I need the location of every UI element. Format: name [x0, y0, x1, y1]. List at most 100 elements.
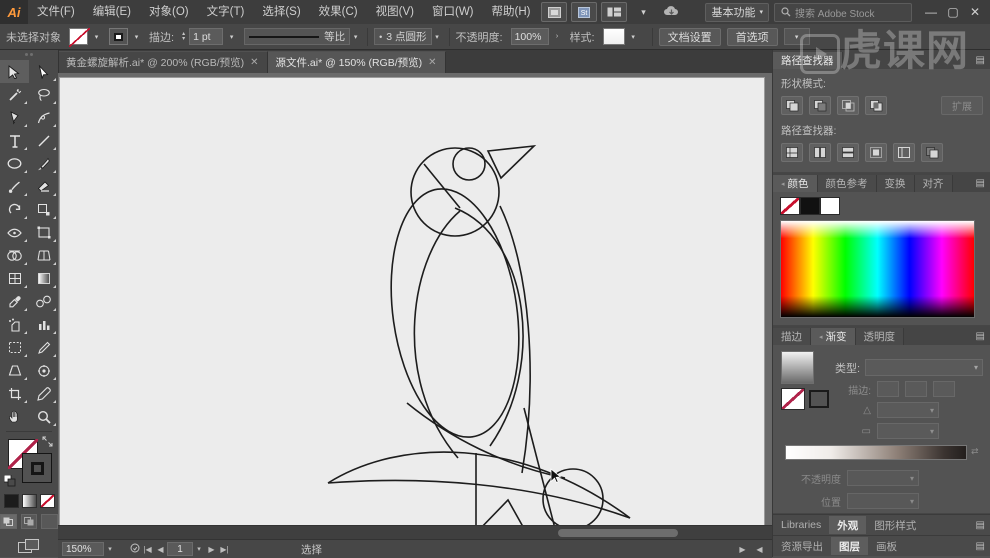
- stroke-chevron-down-icon[interactable]: ▾: [131, 28, 142, 45]
- document-tab-2[interactable]: 源文件.ai* @ 150% (RGB/预览) ✕: [267, 51, 446, 73]
- zoom-level-input[interactable]: 150%: [62, 542, 104, 556]
- arrange-documents-icon[interactable]: [601, 2, 628, 22]
- shaper-tool[interactable]: [0, 175, 29, 198]
- magic-wand-tool[interactable]: [0, 83, 29, 106]
- perspective-grid-tool[interactable]: [29, 244, 58, 267]
- line-segment-tool[interactable]: [29, 129, 58, 152]
- shape-builder-tool[interactable]: [0, 244, 29, 267]
- tab-align[interactable]: 对齐: [914, 175, 953, 192]
- stroke-color-swatch[interactable]: [22, 453, 52, 483]
- gradient-reverse-icon[interactable]: ⇄: [971, 446, 979, 457]
- canvas-area[interactable]: [58, 73, 772, 539]
- gradient-aspect-input[interactable]: ▾: [877, 423, 939, 439]
- color-panel-menu-icon[interactable]: ▤: [970, 175, 990, 192]
- column-graph-tool[interactable]: [29, 313, 58, 336]
- tab-pathfinder[interactable]: 路径查找器: [773, 52, 843, 69]
- cloud-sync-icon[interactable]: [659, 3, 683, 21]
- artboard-nav-icon[interactable]: [128, 543, 141, 555]
- direct-selection-tool[interactable]: [29, 60, 58, 83]
- document-setup-button[interactable]: 文档设置: [658, 27, 721, 46]
- style-swatch[interactable]: [602, 28, 625, 45]
- type-tool[interactable]: [0, 129, 29, 152]
- minus-front-button[interactable]: [809, 96, 831, 115]
- stroke-profile-chevron-down-icon[interactable]: ▾: [350, 28, 361, 45]
- next-artboard-button[interactable]: ▶: [205, 545, 218, 554]
- hand-tool[interactable]: [0, 405, 29, 428]
- status-next-icon[interactable]: ▶: [736, 545, 749, 554]
- color-mode-flat[interactable]: [3, 494, 19, 508]
- first-artboard-button[interactable]: |◀: [141, 545, 154, 554]
- mesh-tool[interactable]: [0, 267, 29, 290]
- exclude-button[interactable]: [865, 96, 887, 115]
- color-none-swatch[interactable]: [780, 197, 800, 215]
- free-transform-tool[interactable]: [29, 221, 58, 244]
- gradient-slider[interactable]: [785, 445, 967, 460]
- tab-artboards[interactable]: 画板: [868, 537, 905, 555]
- corner-type-select[interactable]: • 3 点圆形: [374, 28, 432, 45]
- window-maximize-button[interactable]: ▢: [942, 0, 964, 24]
- menu-view[interactable]: 视图(V): [367, 0, 423, 24]
- gradient-location-input[interactable]: ▾: [847, 493, 919, 509]
- tab-color[interactable]: ◂ 颜色: [773, 175, 818, 192]
- menu-window[interactable]: 窗口(W): [423, 0, 483, 24]
- gradient-angle-input[interactable]: ▾: [877, 402, 939, 418]
- artboard-chevron-down-icon[interactable]: ▾: [193, 545, 205, 553]
- pathfinder-panel-menu-icon[interactable]: ▤: [970, 52, 990, 69]
- merge-button[interactable]: [837, 143, 859, 162]
- stroke-profile-select[interactable]: 等比: [244, 28, 351, 45]
- default-fill-stroke-icon[interactable]: [3, 474, 16, 487]
- stroke-weight-chevron-down-icon[interactable]: ▾: [226, 28, 237, 45]
- stroke-swatch[interactable]: [109, 28, 128, 45]
- zoom-tool[interactable]: [29, 405, 58, 428]
- prev-artboard-button[interactable]: ◀: [154, 545, 167, 554]
- preferences-button[interactable]: 首选项: [726, 27, 778, 46]
- tab-stroke[interactable]: 描边: [773, 328, 811, 345]
- stock-search-input[interactable]: 搜索 Adobe Stock: [774, 2, 912, 22]
- corner-type-chevron-down-icon[interactable]: ▾: [432, 28, 443, 45]
- paintbrush-tool[interactable]: [29, 152, 58, 175]
- gradient-tool[interactable]: [29, 267, 58, 290]
- color-spectrum-ramp[interactable]: [780, 220, 975, 318]
- gradient-panel-menu-icon[interactable]: ▤: [970, 328, 990, 345]
- fill-chevron-down-icon[interactable]: ▾: [91, 28, 102, 45]
- minus-back-button[interactable]: [921, 143, 943, 162]
- arrange-chevron-down-icon[interactable]: ▾: [631, 3, 655, 21]
- bridge-icon[interactable]: [541, 2, 568, 22]
- screen-mode-toggle[interactable]: [0, 529, 58, 554]
- draw-behind-icon[interactable]: [20, 514, 38, 529]
- menu-effect[interactable]: 效果(C): [310, 0, 367, 24]
- expand-button[interactable]: 扩展: [941, 96, 983, 115]
- perspective-selection-tool[interactable]: [0, 359, 29, 382]
- zoom-chevron-down-icon[interactable]: ▾: [104, 545, 116, 553]
- control-overflow-menu[interactable]: ▾: [783, 28, 810, 45]
- outline-button[interactable]: [893, 143, 915, 162]
- gradient-stroke-swatch[interactable]: [809, 390, 829, 408]
- layers-panel-menu-icon[interactable]: ▤: [970, 541, 990, 552]
- gradient-stroke-option-1[interactable]: [877, 381, 899, 397]
- opacity-chevron-right-icon[interactable]: ›: [552, 28, 563, 45]
- pen-tool[interactable]: [0, 106, 29, 129]
- tab-libraries[interactable]: Libraries: [773, 516, 829, 534]
- document-tab-1[interactable]: 黄金螺旋解析.ai* @ 200% (RGB/预览) ✕: [58, 51, 268, 73]
- menu-help[interactable]: 帮助(H): [483, 0, 540, 24]
- draw-inside-icon[interactable]: [41, 514, 59, 529]
- menu-select[interactable]: 选择(S): [253, 0, 309, 24]
- artboard-number-input[interactable]: 1: [167, 542, 193, 556]
- lasso-tool[interactable]: [29, 83, 58, 106]
- gradient-opacity-input[interactable]: ▾: [847, 470, 919, 486]
- appearance-panel-menu-icon[interactable]: ▤: [970, 520, 990, 531]
- tab-graphic-styles[interactable]: 图形样式: [866, 516, 924, 534]
- gradient-stroke-option-2[interactable]: [905, 381, 927, 397]
- status-prev-icon[interactable]: ◀: [753, 545, 766, 554]
- intersect-button[interactable]: [837, 96, 859, 115]
- stroke-weight-stepper[interactable]: ▴ ▾: [182, 31, 185, 42]
- menu-file[interactable]: 文件(F): [28, 0, 84, 24]
- tab-transform[interactable]: 变换: [876, 175, 915, 192]
- curvature-tool[interactable]: [29, 106, 58, 129]
- horizontal-scrollbar-thumb[interactable]: [558, 529, 678, 537]
- workspace-switcher[interactable]: 基本功能 ▾: [705, 2, 769, 22]
- ellipse-tool[interactable]: [0, 152, 29, 175]
- tab-gradient[interactable]: ◂ 渐变: [811, 328, 856, 345]
- unite-button[interactable]: [781, 96, 803, 115]
- gradient-preview-thumbnail[interactable]: [781, 351, 814, 384]
